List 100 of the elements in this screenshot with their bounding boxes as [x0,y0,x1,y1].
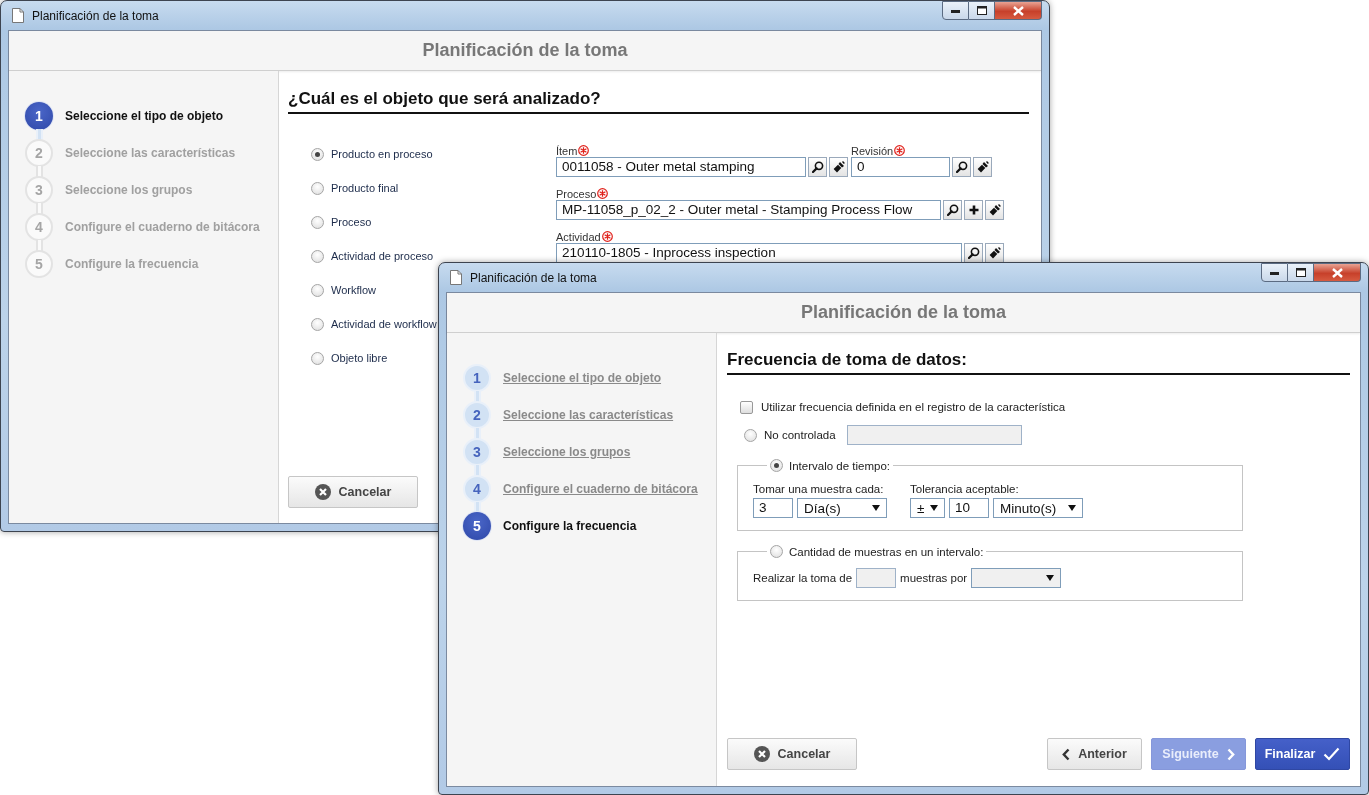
radio-label: Proceso [331,216,372,228]
section-heading: ¿Cuál es el objeto que será analizado? [288,89,602,110]
checkbox-label: Utilizar frecuencia definida en el registro de la característica [761,401,1066,413]
field-label: Tolerancia aceptable: [910,482,1020,496]
brush-icon [988,247,1001,259]
field-label: Realizar la toma de [753,572,853,584]
clear-button[interactable] [973,157,992,177]
caret-icon [1046,575,1055,581]
close-icon [753,746,770,762]
check-icon [1323,747,1341,761]
radio-label: Cantidad de muestras en un intervalo: [789,545,984,558]
clear-button[interactable] [829,157,848,177]
close-button[interactable] [1314,263,1361,282]
radio-button[interactable] [770,545,783,558]
search-button[interactable] [943,200,962,220]
close-icon [1331,267,1343,278]
dropdown[interactable]: ± [910,498,945,518]
input-field[interactable]: 210110-1805 - Inprocess inspection [556,243,962,263]
radio-button[interactable] [311,181,324,195]
dropdown[interactable]: Día(s) [797,498,887,518]
input-field[interactable]: 0011058 - Outer metal stamping [556,157,806,177]
step-label: Seleccione el tipo de objeto [65,108,224,125]
radio-label: Producto en proceso [331,148,433,160]
plus-icon [968,205,979,215]
step-number: 2 [463,401,491,429]
radio-button[interactable] [744,428,757,442]
step-number: 1 [25,102,53,130]
maximize-button[interactable] [969,1,995,20]
window-title: Planificación de la toma [32,8,159,23]
search-icon [955,161,968,173]
step-connector [473,428,481,439]
caret-icon [1068,505,1076,511]
wizard-title: Planificación de la toma [800,302,1007,323]
minimize-icon [1270,270,1279,275]
finish-button[interactable]: Finalizar [1255,738,1350,770]
brush-icon [832,161,845,173]
dropdown[interactable]: Minuto(s) [993,498,1083,518]
step-label: Configure la frecuencia [503,518,637,535]
search-icon [811,161,824,173]
step-connector [473,465,481,476]
step-number: 5 [25,250,53,278]
radio-label: No controlada [764,429,836,441]
input-field[interactable]: 10 [949,498,989,518]
step-label: Configure el cuaderno de bitácora [65,219,260,236]
chevron-right-icon [1226,747,1235,761]
close-icon [314,484,331,500]
step-label: Seleccione las características [65,145,236,162]
search-button[interactable] [808,157,827,177]
radio-label: Actividad de workflow [331,318,437,330]
search-icon [946,204,959,216]
search-button[interactable] [964,243,983,263]
caret-icon [930,505,938,511]
radio-button[interactable] [311,317,324,331]
field-label: Ítem [556,144,578,157]
search-icon [967,247,980,259]
clear-button[interactable] [985,243,1004,263]
field-label: Actividad [556,230,601,243]
clear-button[interactable] [985,200,1004,220]
window-title: Planificación de la toma [470,270,597,285]
step-number: 4 [25,213,53,241]
radio-label: Workflow [331,284,377,296]
maximize-icon [1295,268,1306,277]
input-field[interactable]: 0 [851,157,950,177]
radio-button[interactable] [311,351,324,365]
radio-label: Producto final [331,182,399,194]
back-button[interactable]: Anterior [1047,738,1142,770]
field-label: Proceso [556,187,597,200]
add-button[interactable] [964,200,983,220]
radio-label: Intervalo de tiempo: [789,459,890,472]
step-number: 5 [463,512,491,540]
search-button[interactable] [952,157,971,177]
caret-icon [872,505,880,511]
maximize-icon [976,6,987,15]
chevron-left-icon [1062,747,1071,761]
minimize-button[interactable] [942,1,969,20]
field-label: Tomar una muestra cada: [753,482,885,496]
minimize-button[interactable] [1261,263,1288,282]
cancel-button[interactable]: Cancelar [727,738,857,770]
brush-icon [988,204,1001,216]
step-number: 3 [463,438,491,466]
radio-button[interactable] [311,249,324,263]
step-connector [473,391,481,402]
radio-button[interactable] [311,215,324,229]
input-field[interactable]: 3 [753,498,793,518]
step-number: 2 [25,139,53,167]
close-button[interactable] [995,1,1042,20]
radio-label: Actividad de proceso [331,250,434,262]
step-number: 4 [463,475,491,503]
input-field[interactable]: MP-11058_p_02_2 - Outer metal - Stamping Process Flow [556,200,941,220]
maximize-button[interactable] [1288,263,1314,282]
radio-button[interactable] [311,283,324,297]
wizard-title: Planificación de la toma [422,40,628,61]
checkbox[interactable] [740,400,753,414]
section-heading: Frecuencia de toma de datos: [727,350,968,371]
cancel-button[interactable]: Cancelar [288,476,418,508]
radio-button[interactable] [311,147,324,161]
radio-button[interactable] [770,459,783,472]
document-icon [450,270,462,285]
step-label: Seleccione los grupos [65,182,193,199]
step-number: 1 [463,364,491,392]
